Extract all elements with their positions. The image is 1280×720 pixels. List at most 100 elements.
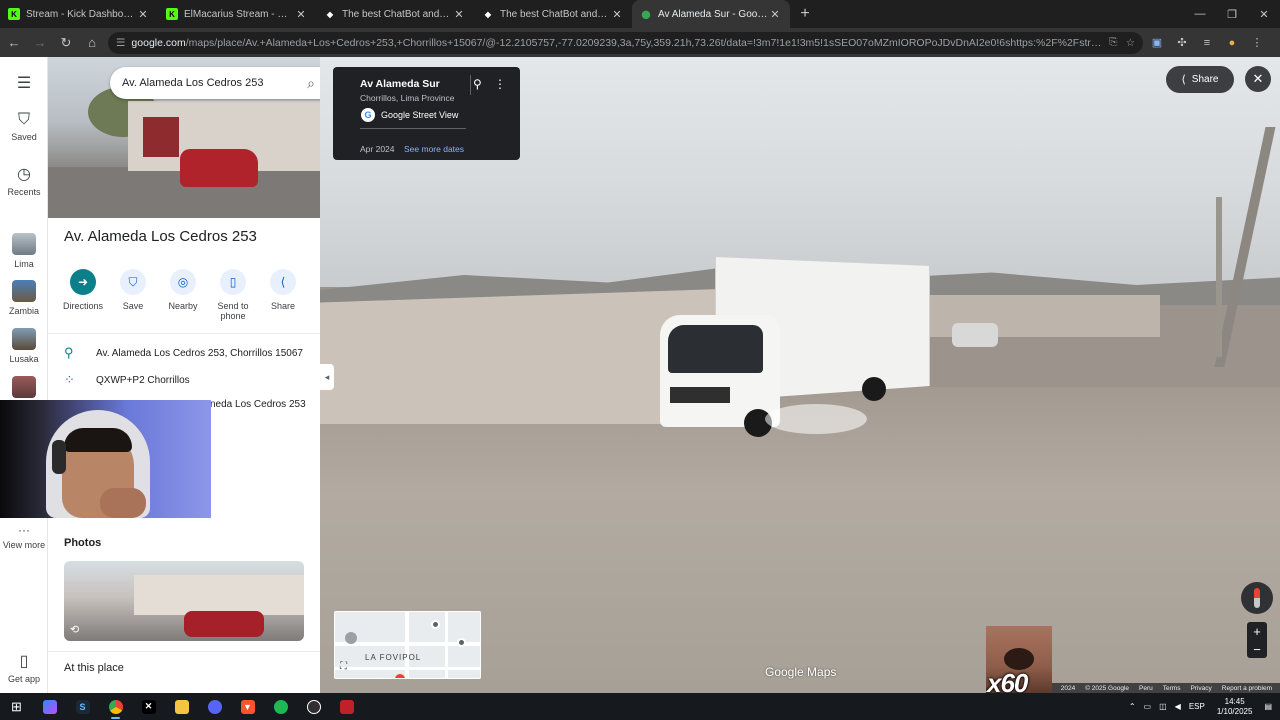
extensions-icon[interactable]: ✣ (1171, 32, 1193, 54)
restore-icon[interactable]: ❐ (1216, 0, 1248, 28)
parked-pickup (952, 323, 998, 347)
recent-place-label: Zambia (8, 306, 39, 316)
new-tab-icon[interactable]: + (796, 5, 814, 23)
taskbar-app[interactable] (33, 693, 66, 720)
back-icon[interactable]: ← (2, 31, 26, 55)
share-icon: ⟨ (1181, 74, 1186, 86)
close-street-view-button[interactable]: ✕ (1245, 66, 1271, 92)
menu-button[interactable]: ☰ (0, 73, 48, 96)
taskbar-app[interactable] (165, 693, 198, 720)
share-button[interactable]: ⟨ Share (1166, 66, 1234, 93)
close-tab-icon[interactable]: ✕ (610, 8, 624, 21)
street-view-canvas[interactable]: Av Alameda Sur Chorrillos, Lima Province… (320, 57, 1280, 693)
close-window-icon[interactable]: ✕ (1248, 0, 1280, 28)
recent-place-lima[interactable]: Lima (0, 233, 48, 269)
search-box[interactable]: Av. Alameda Los Cedros 253 ⌕ ✕ (110, 67, 320, 99)
partial-row-text: neda Los Cedros 253 (210, 399, 306, 410)
webcam-hand (100, 488, 146, 518)
browser-menu-icon[interactable]: ⋮ (1246, 32, 1268, 54)
saved-button[interactable]: ⛉ Saved (0, 111, 48, 142)
minimap[interactable]: LA FOVIPOL ⛶ (334, 611, 481, 679)
media-icon[interactable]: ≡ (1196, 32, 1218, 54)
search-icon[interactable]: ⌕ (296, 75, 320, 92)
footer-year: 2024 (1060, 684, 1076, 692)
recent-place-zambia[interactable]: Zambia (0, 280, 48, 316)
chevron-up-icon[interactable]: ⌃ (1129, 702, 1136, 711)
close-tab-icon[interactable]: ✕ (452, 8, 466, 21)
recent-place-thumbnail[interactable] (0, 376, 48, 402)
volume-icon[interactable]: ◀ (1175, 702, 1181, 711)
address-bar[interactable]: ☰ google.com/maps/place/Av.+Alameda+Los+… (108, 31, 1143, 54)
browser-tab[interactable]: K Stream - Kick Dashboard ✕ (0, 0, 158, 28)
photos-thumbnail[interactable]: ⟲ (64, 561, 304, 641)
see-more-dates-link[interactable]: See more dates (404, 144, 464, 154)
translate-icon[interactable]: ▣ (1146, 32, 1168, 54)
maps-page: ☰ ⛉ Saved ◷ Recents Lima Zambia Lusaka ·… (0, 57, 1280, 693)
directions-button[interactable]: ➜ Directions (58, 269, 108, 321)
taskbar-app[interactable] (264, 693, 297, 720)
forward-icon[interactable]: → (28, 31, 52, 55)
browser-tab[interactable]: ◆ The best ChatBot and Widgets ✕ (316, 0, 474, 28)
network-icon[interactable]: ◫ (1159, 702, 1167, 711)
address-row[interactable]: ⚲ Av. Alameda Los Cedros 253, Chorrillos… (64, 345, 304, 361)
recent-place-lusaka[interactable]: Lusaka (0, 328, 48, 364)
collapse-panel-button[interactable]: ◂ (320, 364, 334, 390)
clock[interactable]: 14:45 1/10/2025 (1217, 697, 1253, 717)
taskbar-app[interactable]: ▼ (231, 693, 264, 720)
send-to-phone-button[interactable]: ▯ Send to phone (208, 269, 258, 321)
nearby-button[interactable]: ◎ Nearby (158, 269, 208, 321)
footer-terms-link[interactable]: Terms (1163, 685, 1181, 692)
taskbar-app[interactable] (297, 693, 330, 720)
close-tab-icon[interactable]: ✕ (294, 8, 308, 21)
browser-tab-active[interactable]: ⬤ Av Alameda Sur - Google Maps ✕ (632, 0, 790, 28)
address-text: Av. Alameda Los Cedros 253, Chorrillos 1… (96, 347, 303, 359)
close-tab-icon[interactable]: ✕ (768, 8, 782, 21)
expand-map-icon[interactable]: ⛶ (340, 661, 347, 672)
start-button[interactable]: ⊞ (0, 693, 33, 720)
compass-button[interactable] (1241, 582, 1273, 614)
more-options-icon[interactable]: ⋮ (494, 77, 506, 91)
search-input[interactable]: Av. Alameda Los Cedros 253 (122, 77, 296, 89)
action-label: Save (122, 301, 144, 311)
bookmark-star-icon[interactable]: ☆ (1126, 37, 1135, 49)
share-button[interactable]: ⟨ Share (258, 269, 308, 321)
browser-tab[interactable]: ◆ The best ChatBot and Widgets ✕ (474, 0, 632, 28)
taskbar-app[interactable] (198, 693, 231, 720)
kick-icon: K (166, 8, 178, 20)
partial-info-row[interactable]: neda Los Cedros 253 (210, 399, 310, 410)
reload-icon[interactable]: ↻ (54, 31, 78, 55)
location-pin-icon[interactable]: ⚲ (473, 77, 482, 91)
display-icon[interactable]: ▭ (1144, 702, 1152, 711)
browser-tab[interactable]: K ElMacarius Stream - Watch Live ✕ (158, 0, 316, 28)
get-app-button[interactable]: ▯ Get app (0, 651, 48, 684)
taskbar-app[interactable] (330, 693, 363, 720)
maps-pin-icon: ⬤ (641, 9, 651, 19)
language-indicator[interactable]: ESP (1189, 702, 1205, 711)
google-street-view-badge: G Google Street View (361, 108, 458, 122)
view-more-button[interactable]: ··· View more (0, 523, 48, 550)
minimize-icon[interactable]: — (1184, 0, 1216, 28)
notifications-icon[interactable]: ▤ (1264, 702, 1272, 711)
recents-button[interactable]: ◷ Recents (0, 164, 48, 197)
navigation-arrow-disc[interactable] (765, 404, 867, 434)
taskbar-app[interactable]: S (66, 693, 99, 720)
home-icon[interactable]: ⌂ (80, 31, 104, 55)
footer-country[interactable]: Peru (1139, 685, 1153, 692)
zoom-out-button[interactable]: − (1247, 640, 1267, 658)
close-tab-icon[interactable]: ✕ (136, 8, 150, 21)
footer-report-link[interactable]: Report a problem (1222, 685, 1272, 692)
photo-door (143, 117, 179, 157)
profile-avatar[interactable]: ● (1221, 32, 1243, 54)
bookmark-icon: ⛉ (120, 269, 146, 295)
taskbar-app-chrome[interactable] (99, 693, 132, 720)
save-button[interactable]: ⛉ Save (108, 269, 158, 321)
footer-privacy-link[interactable]: Privacy (1190, 685, 1211, 692)
site-info-icon[interactable]: ☰ (116, 37, 125, 49)
zoom-in-button[interactable]: + (1247, 622, 1267, 640)
map-road (335, 667, 480, 670)
taskbar-app[interactable]: ✕ (132, 693, 165, 720)
nearby-icon: ◎ (170, 269, 196, 295)
plus-code-row[interactable]: ⁘ QXWP+P2 Chorrillos (64, 372, 304, 388)
install-icon[interactable]: ⎘ (1109, 36, 1117, 49)
tab-title: The best ChatBot and Widgets (342, 8, 452, 20)
